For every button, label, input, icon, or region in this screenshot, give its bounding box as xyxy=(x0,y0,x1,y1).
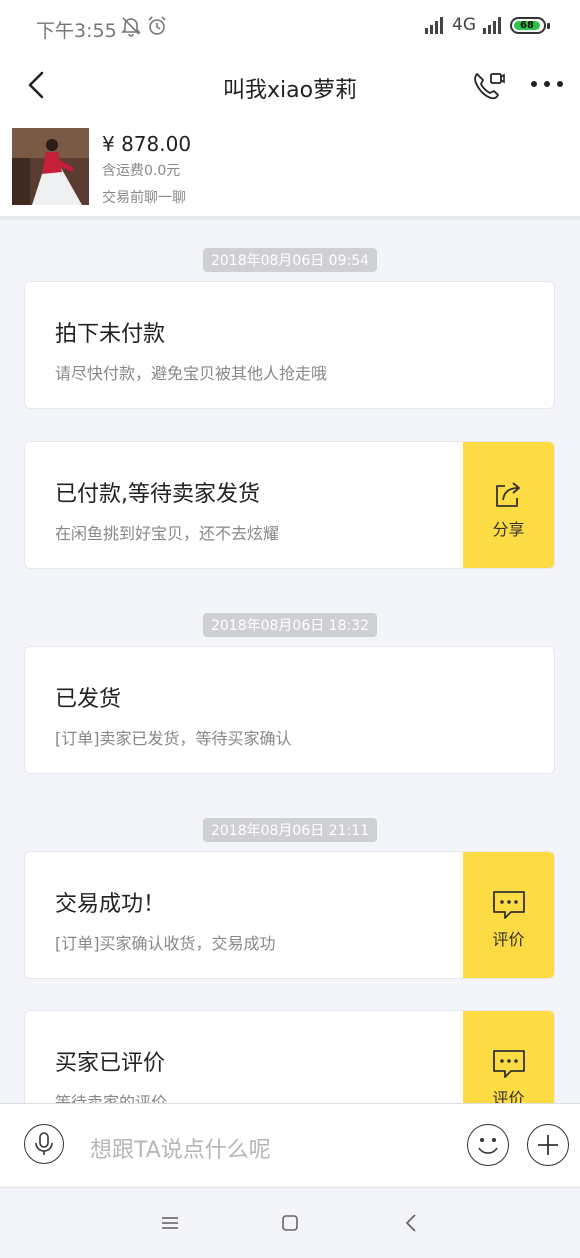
card-title: 拍下未付款 xyxy=(55,322,166,347)
timestamp-label: 2018年08月06日 09:54 xyxy=(202,248,378,272)
product-price: ¥ 878.00 xyxy=(102,132,192,156)
emoji-button[interactable] xyxy=(467,1124,509,1166)
card-subtitle: 等待卖家的评价 xyxy=(55,1093,168,1103)
order-status-card[interactable]: 拍下未付款 请尽快付款，避免宝贝被其他人抢走哦 xyxy=(24,281,555,409)
home-nav-icon[interactable] xyxy=(281,1214,299,1232)
card-title: 已发货 xyxy=(55,687,122,712)
message-input-bar: 想跟TA说点什么呢 xyxy=(0,1103,580,1188)
message-input[interactable]: 想跟TA说点什么呢 xyxy=(90,1132,271,1164)
microphone-icon xyxy=(35,1132,53,1155)
plus-icon xyxy=(538,1135,558,1155)
review-label: 评价 xyxy=(492,930,525,949)
timestamp: 2018年08月06日 09:54 xyxy=(0,248,580,272)
alarm-icon xyxy=(148,16,166,35)
timestamp-label: 2018年08月06日 18:32 xyxy=(202,613,378,637)
more-options-button[interactable] xyxy=(527,1124,569,1166)
status-time: 下午3:55 xyxy=(36,20,117,42)
share-icon xyxy=(496,482,520,507)
order-status-card[interactable]: 交易成功！ [订单]买家确认收货，交易成功 评价 xyxy=(24,851,555,979)
card-subtitle: 请尽快付款，避免宝贝被其他人抢走哦 xyxy=(55,364,328,383)
product-thumbnail[interactable] xyxy=(12,128,89,205)
mute-bell-icon xyxy=(121,17,141,37)
timestamp: 2018年08月06日 21:11 xyxy=(0,818,580,842)
card-subtitle: [订单]卖家已发货，等待买家确认 xyxy=(55,729,292,748)
more-dots-icon[interactable] xyxy=(530,78,564,90)
share-label: 分享 xyxy=(492,520,525,539)
card-title: 买家已评价 xyxy=(55,1051,166,1076)
timestamp: 2018年08月06日 18:32 xyxy=(0,613,580,637)
signal-icon xyxy=(425,17,443,34)
back-nav-icon[interactable] xyxy=(404,1213,418,1233)
card-title: 已付款,等待卖家发货 xyxy=(55,482,260,507)
battery-level: 68 xyxy=(514,20,540,30)
product-summary[interactable]: ¥ 878.00 含运费0.0元 交易前聊一聊 xyxy=(0,120,580,220)
review-button[interactable]: 评价 xyxy=(463,1011,554,1103)
comment-icon xyxy=(493,891,525,919)
card-subtitle: 在闲鱼挑到好宝贝，还不去炫耀 xyxy=(55,524,280,543)
network-type: 4G xyxy=(452,15,476,35)
product-shipping: 含运费0.0元 xyxy=(102,163,181,179)
video-phone-icon[interactable] xyxy=(470,68,506,104)
signal-icon xyxy=(483,17,501,34)
order-status-card[interactable]: 买家已评价 等待卖家的评价 评价 xyxy=(24,1010,555,1103)
review-button[interactable]: 评价 xyxy=(463,852,554,978)
battery-icon: 68 xyxy=(510,16,550,34)
order-status-card[interactable]: 已发货 [订单]卖家已发货，等待买家确认 xyxy=(24,646,555,774)
timestamp-label: 2018年08月06日 21:11 xyxy=(202,818,378,842)
order-status-card[interactable]: 已付款,等待卖家发货 在闲鱼挑到好宝贝，还不去炫耀 分享 xyxy=(24,441,555,569)
product-chat-hint: 交易前聊一聊 xyxy=(102,190,186,206)
review-label: 评价 xyxy=(492,1089,525,1103)
menu-nav-icon[interactable] xyxy=(161,1216,179,1230)
status-bar: 下午3:55 4G 68 xyxy=(0,0,580,56)
system-navigation-bar xyxy=(0,1187,580,1258)
comment-icon xyxy=(493,1050,525,1078)
card-subtitle: [订单]买家确认收货，交易成功 xyxy=(55,934,276,953)
voice-button[interactable] xyxy=(24,1124,64,1164)
card-title: 交易成功！ xyxy=(55,892,166,917)
emoji-icon xyxy=(478,1138,498,1154)
chat-header: 叫我xiao萝莉 xyxy=(0,56,580,120)
share-button[interactable]: 分享 xyxy=(463,442,554,568)
